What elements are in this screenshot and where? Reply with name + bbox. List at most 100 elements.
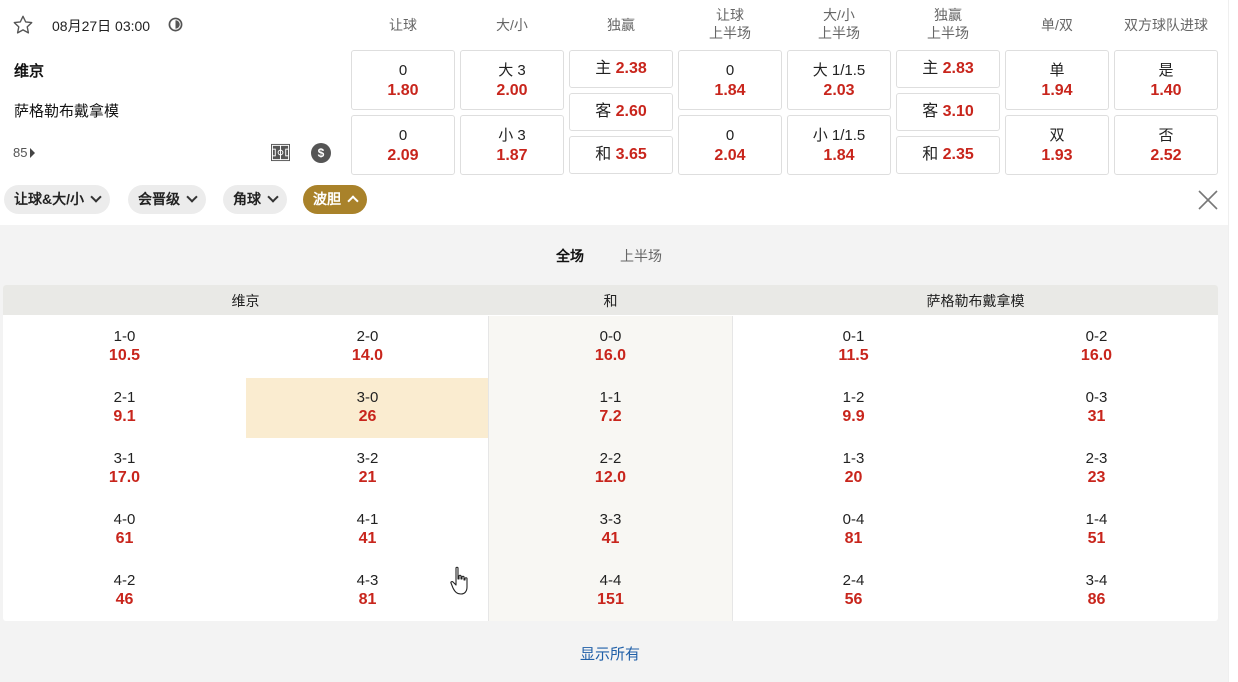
score-cell-away-b-0[interactable]: 0-2 16.0 <box>975 327 1218 365</box>
col-header-moneyline: 独赢 <box>607 17 635 33</box>
col-header-moneyline-1h: 独赢 上半场 <box>927 7 969 41</box>
hand-cursor-icon <box>450 566 468 595</box>
score-cell-away-a-1[interactable]: 1-2 9.9 <box>732 388 975 426</box>
odds-cell-over[interactable]: 大 3 2.00 <box>460 50 564 110</box>
score-cell-away-b-3[interactable]: 1-4 51 <box>975 510 1218 548</box>
score-odd: 61 <box>115 530 134 547</box>
score-label: 3-3 <box>599 511 622 528</box>
match-date: 08月27日 03:00 <box>52 18 151 34</box>
score-cell-home-a-1[interactable]: 2-1 9.1 <box>3 388 246 426</box>
score-cell-home-a-2[interactable]: 3-1 17.0 <box>3 449 246 487</box>
close-icon[interactable] <box>1197 189 1219 211</box>
score-odd: 14.0 <box>351 347 384 364</box>
col-header-handicap: 让球 <box>389 17 417 33</box>
score-label: 4-1 <box>356 511 379 528</box>
score-label: 0-2 <box>1085 328 1108 345</box>
col-header-btts: 双方球队进球 <box>1124 17 1208 33</box>
odds-cell-btts-no[interactable]: 否 2.52 <box>1114 115 1218 175</box>
score-label: 4-4 <box>599 572 622 589</box>
odds-cell-even[interactable]: 双 1.93 <box>1005 115 1109 175</box>
odds-cell-moneyline-1h-away[interactable]: 客 3.10 <box>896 93 1000 131</box>
score-odd: 12.0 <box>594 469 627 486</box>
tab-full-time[interactable]: 全场 <box>556 246 584 266</box>
score-odd: 11.5 <box>838 347 869 364</box>
score-label: 1-2 <box>842 389 865 406</box>
score-cell-away-b-4[interactable]: 3-4 86 <box>975 571 1218 609</box>
score-label: 2-3 <box>1085 450 1108 467</box>
score-cell-draw-3[interactable]: 3-3 41 <box>489 510 732 548</box>
odds-cell-handicap-home[interactable]: 0 1.80 <box>351 50 455 110</box>
score-label: 2-4 <box>842 572 865 589</box>
grid-header-away: 萨格勒布戴拿模 <box>926 293 1025 309</box>
score-label: 3-1 <box>113 450 136 467</box>
score-cell-away-a-4[interactable]: 2-4 56 <box>732 571 975 609</box>
odds-cell-odd[interactable]: 单 1.94 <box>1005 50 1109 110</box>
tab-first-half[interactable]: 上半场 <box>620 246 662 266</box>
col-header-handicap-1h: 让球 上半场 <box>709 7 751 41</box>
score-odd: 41 <box>358 530 377 547</box>
score-label: 1-4 <box>1085 511 1108 528</box>
score-cell-away-a-3[interactable]: 0-4 81 <box>732 510 975 548</box>
match-header: 08月27日 03:00 维京 萨格勒布戴拿模 85 $ 让球 大/小 独赢 让… <box>0 0 1228 225</box>
score-cell-draw-4[interactable]: 4-4 151 <box>489 571 732 609</box>
score-cell-home-b-2[interactable]: 3-2 21 <box>246 449 489 487</box>
score-odd: 21 <box>358 469 377 486</box>
odds-cell-handicap-1h-home[interactable]: 0 1.84 <box>678 50 782 110</box>
score-odd: 26 <box>358 408 377 425</box>
score-cell-away-a-0[interactable]: 0-1 11.5 <box>732 327 975 365</box>
score-cell-home-b-1[interactable]: 3-0 26 <box>246 388 489 426</box>
odds-cell-moneyline-home[interactable]: 主 2.38 <box>569 50 673 88</box>
filter-chip-handicap-ou[interactable]: 让球&大/小 <box>4 185 110 214</box>
score-cell-away-b-2[interactable]: 2-3 23 <box>975 449 1218 487</box>
score-odd: 86 <box>1087 591 1106 608</box>
show-all-link[interactable]: 显示所有 <box>570 643 650 664</box>
score-cell-home-a-0[interactable]: 1-0 10.5 <box>3 327 246 365</box>
score-odd: 46 <box>115 591 134 608</box>
filter-chip-qualify[interactable]: 会晋级 <box>128 185 206 214</box>
score-cell-draw-0[interactable]: 0-0 16.0 <box>489 327 732 365</box>
more-markets-link[interactable]: 85 <box>13 145 36 160</box>
odds-cell-moneyline-draw[interactable]: 和 3.65 <box>569 136 673 174</box>
score-label: 2-0 <box>356 328 379 345</box>
home-team-name: 维京 <box>14 63 45 80</box>
odds-cell-btts-yes[interactable]: 是 1.40 <box>1114 50 1218 110</box>
score-odd: 16.0 <box>594 347 627 364</box>
score-cell-away-a-2[interactable]: 1-3 20 <box>732 449 975 487</box>
score-odd: 9.9 <box>842 408 865 425</box>
dollar-icon[interactable]: $ <box>311 143 331 163</box>
star-icon[interactable] <box>12 14 34 36</box>
score-cell-home-a-3[interactable]: 4-0 61 <box>3 510 246 548</box>
col-header-over-under-1h: 大/小 上半场 <box>818 7 860 41</box>
pitch-icon[interactable] <box>270 143 291 162</box>
odds-cell-under-1h[interactable]: 小 1/1.5 1.84 <box>787 115 891 175</box>
score-odd: 9.1 <box>113 408 136 425</box>
score-label: 3-0 <box>356 389 379 406</box>
score-cell-draw-2[interactable]: 2-2 12.0 <box>489 449 732 487</box>
odds-cell-moneyline-1h-home[interactable]: 主 2.83 <box>896 50 1000 88</box>
score-odd: 16.0 <box>1080 347 1113 364</box>
score-cell-home-a-4[interactable]: 4-2 46 <box>3 571 246 609</box>
odds-cell-moneyline-1h-draw[interactable]: 和 2.35 <box>896 136 1000 174</box>
score-odd: 7.2 <box>599 408 622 425</box>
score-cell-home-b-0[interactable]: 2-0 14.0 <box>246 327 489 365</box>
score-label: 1-1 <box>599 389 622 406</box>
scrollbar[interactable] <box>1228 0 1238 682</box>
odds-cell-handicap-away[interactable]: 0 2.09 <box>351 115 455 175</box>
score-label: 1-3 <box>842 450 865 467</box>
score-cell-away-b-1[interactable]: 0-3 31 <box>975 388 1218 426</box>
score-cell-draw-1[interactable]: 1-1 7.2 <box>489 388 732 426</box>
odds-cell-over-1h[interactable]: 大 1/1.5 2.03 <box>787 50 891 110</box>
chevron-down-icon <box>267 191 279 203</box>
filter-chip-corners[interactable]: 角球 <box>223 185 287 214</box>
odds-cell-moneyline-away[interactable]: 客 2.60 <box>569 93 673 131</box>
odds-cell-under[interactable]: 小 3 1.87 <box>460 115 564 175</box>
odds-cell-handicap-1h-away[interactable]: 0 2.04 <box>678 115 782 175</box>
chevron-up-icon <box>347 195 359 207</box>
score-cell-home-b-3[interactable]: 4-1 41 <box>246 510 489 548</box>
score-label: 3-4 <box>1085 572 1108 589</box>
filter-chip-correct-score[interactable]: 波胆 <box>303 185 367 214</box>
caret-right-icon <box>30 148 36 158</box>
more-markets-count: 85 <box>13 145 28 160</box>
score-label: 0-4 <box>842 511 865 528</box>
score-label: 4-0 <box>113 511 136 528</box>
